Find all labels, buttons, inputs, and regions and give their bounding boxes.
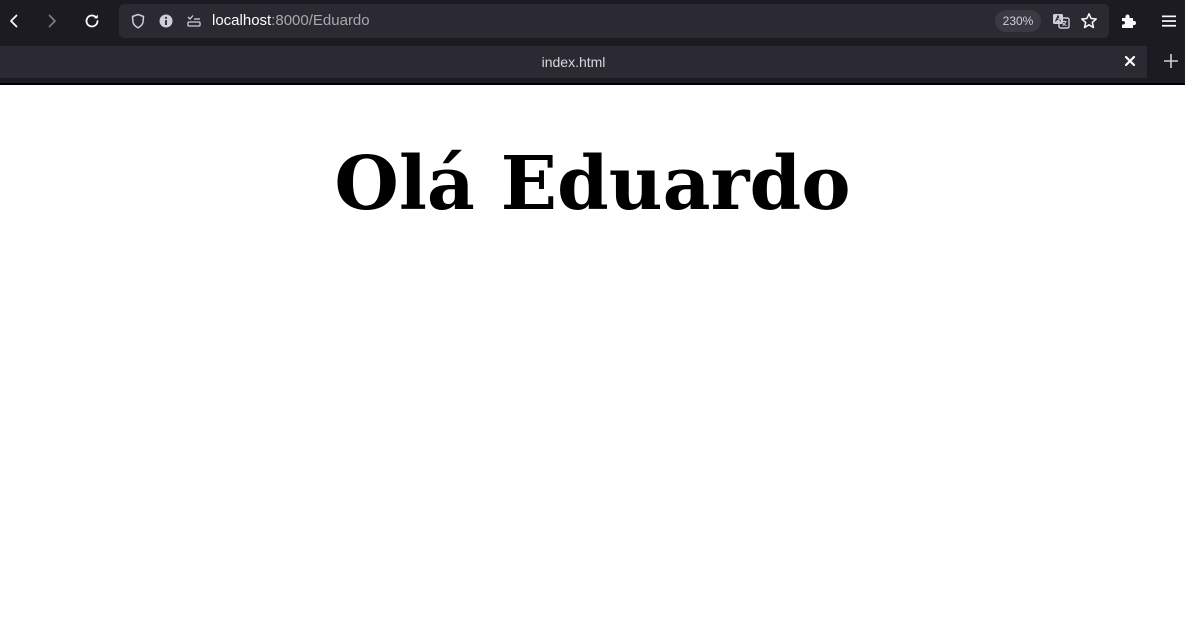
tab-title: index.html — [541, 54, 606, 70]
url-bar[interactable]: localhost:8000/Eduardo 230% — [119, 4, 1109, 38]
page-heading: Olá Eduardo — [334, 141, 851, 227]
forward-button[interactable] — [38, 7, 66, 35]
close-icon — [1124, 54, 1136, 72]
url-path: :8000/Eduardo — [271, 12, 370, 29]
puzzle-icon — [1119, 12, 1137, 30]
extensions-button[interactable] — [1114, 7, 1142, 35]
close-tab-button[interactable] — [1121, 54, 1139, 72]
menu-button[interactable] — [1155, 7, 1183, 35]
shield-icon[interactable] — [129, 12, 147, 30]
hamburger-menu-icon — [1160, 12, 1178, 30]
plus-icon — [1163, 53, 1179, 74]
forward-arrow-icon — [44, 13, 60, 29]
browser-chrome: localhost:8000/Eduardo 230% index.html — [0, 0, 1185, 85]
navigation-toolbar: localhost:8000/Eduardo 230% — [0, 0, 1185, 42]
translate-icon[interactable] — [1052, 12, 1070, 30]
info-icon[interactable] — [157, 12, 175, 30]
page-content: Olá Eduardo — [0, 85, 1185, 641]
tab-index-html[interactable]: index.html — [0, 46, 1147, 78]
permissions-icon[interactable] — [185, 12, 203, 30]
star-icon[interactable] — [1080, 12, 1098, 30]
tab-bar: index.html — [0, 42, 1185, 82]
reload-icon — [83, 12, 101, 30]
url-text[interactable]: localhost:8000/Eduardo — [212, 12, 370, 30]
new-tab-button[interactable] — [1160, 52, 1182, 74]
zoom-indicator[interactable]: 230% — [995, 10, 1041, 32]
back-arrow-icon — [6, 13, 22, 29]
reload-button[interactable] — [78, 7, 106, 35]
back-button[interactable] — [0, 7, 28, 35]
url-host: localhost — [212, 12, 272, 29]
